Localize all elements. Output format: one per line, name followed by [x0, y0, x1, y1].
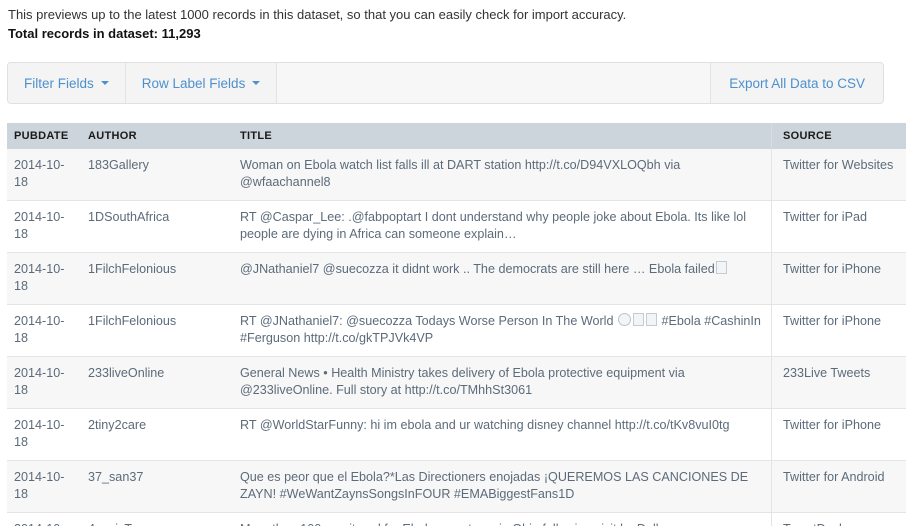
cell-title: More than 100 monitored for Ebola sympto…	[234, 512, 772, 526]
records-table: PUBDATE AUTHOR TITLE SOURCE 2014-10-18 18…	[7, 123, 906, 526]
cell-source: Twitter for Websites	[771, 149, 906, 201]
chevron-down-icon	[252, 81, 261, 85]
cell-source: Twitter for Android	[771, 460, 906, 513]
cell-pubdate: 2014-10-18	[7, 252, 82, 305]
chevron-down-icon	[100, 81, 109, 85]
table-row[interactable]: 2014-10-18 37_san37 Que es peor que el Ebo…	[7, 460, 906, 513]
intro-block: This previews up to the latest 1000 reco…	[0, 0, 906, 43]
cell-source: 233Live Tweets	[771, 356, 906, 409]
table-row[interactable]: 2014-10-184enzicTomMore than 100 monitor…	[7, 512, 906, 526]
row-label-fields-label: Row Label Fields	[141, 75, 246, 91]
missing-glyph-icon	[632, 313, 644, 326]
cell-title: Woman on Ebola watch list falls ill at D…	[234, 149, 772, 201]
cell-title: RT @JNathaniel7: @suecozza Todays Worse …	[234, 304, 772, 357]
cell-pubdate: 2014-10-18	[7, 149, 82, 201]
table-row[interactable]: 2014-10-18 2tiny2care RT @WorldStarFunny: …	[7, 408, 906, 461]
row-label-fields-button[interactable]: Row Label Fields	[125, 63, 278, 103]
table-header-row: PUBDATE AUTHOR TITLE SOURCE	[7, 123, 906, 149]
cell-author: 37_san37	[82, 460, 234, 513]
table-row[interactable]: 2014-10-18 183Gallery Woman on Ebola watch…	[7, 149, 906, 201]
export-label: Export All Data to CSV	[729, 75, 865, 91]
cell-pubdate: 2014-10-18	[7, 356, 82, 409]
cell-author: 1FilchFelonious	[82, 252, 234, 305]
missing-glyph-icon	[645, 313, 657, 326]
cell-author: 1FilchFelonious	[82, 304, 234, 357]
cell-title: General News • Health Ministry takes del…	[234, 356, 772, 409]
cell-author: 233liveOnline	[82, 356, 234, 409]
table-row[interactable]: 2014-10-18 233liveOnline General News • He…	[7, 356, 906, 409]
cell-title: RT @WorldStarFunny: hi im ebola and ur w…	[234, 408, 772, 461]
preview-toolbar: Filter Fields Row Label Fields Export Al…	[7, 62, 884, 104]
cell-source: Twitter for iPhone	[771, 304, 906, 357]
cell-source: TweetDeck	[771, 512, 906, 526]
filter-fields-label: Filter Fields	[24, 75, 94, 91]
table-row[interactable]: 2014-10-18 1DSouthAfrica RT @Caspar_Lee: .…	[7, 200, 906, 253]
column-header-author[interactable]: AUTHOR	[82, 123, 234, 149]
total-records-label: Total records in dataset: 11,293	[8, 26, 201, 41]
column-header-title[interactable]: TITLE	[234, 123, 772, 149]
cell-pubdate: 2014-10-18	[7, 200, 82, 253]
cell-author: 183Gallery	[82, 149, 234, 201]
filter-fields-button[interactable]: Filter Fields	[8, 63, 126, 103]
table-row[interactable]: 2014-10-18 1FilchFelonious RT @JNathaniel7…	[7, 304, 906, 357]
column-header-pubdate[interactable]: PUBDATE	[7, 123, 82, 149]
cell-pubdate: 2014-10-18	[7, 512, 82, 526]
cell-title: @JNathaniel7 @suecozza it didnt work .. …	[234, 252, 772, 305]
cell-source: Twitter for iPhone	[771, 252, 906, 305]
cell-author: 4enzicTom	[82, 512, 234, 526]
missing-glyph-icon	[715, 261, 727, 274]
records-table-container: PUBDATE AUTHOR TITLE SOURCE 2014-10-18 18…	[7, 122, 906, 526]
emoji-glyph-icon	[617, 313, 631, 326]
cell-author: 1DSouthAfrica	[82, 200, 234, 253]
preview-description: This previews up to the latest 1000 reco…	[8, 7, 627, 22]
column-header-source[interactable]: SOURCE	[771, 123, 906, 149]
records-table-head: PUBDATE AUTHOR TITLE SOURCE	[7, 123, 906, 149]
cell-pubdate: 2014-10-18	[7, 460, 82, 513]
cell-pubdate: 2014-10-18	[7, 408, 82, 461]
cell-title: RT @Caspar_Lee: .@fabpoptart I dont unde…	[234, 200, 772, 253]
cell-author: 2tiny2care	[82, 408, 234, 461]
cell-pubdate: 2014-10-18	[7, 304, 82, 357]
cell-title: Que es peor que el Ebola?*Las Directione…	[234, 460, 772, 513]
preview-page: This previews up to the latest 1000 reco…	[0, 0, 906, 526]
cell-source: Twitter for iPhone	[771, 408, 906, 461]
records-table-body: 2014-10-18 183Gallery Woman on Ebola watch…	[7, 149, 906, 526]
export-all-data-button[interactable]: Export All Data to CSV	[710, 63, 883, 103]
toolbar-spacer	[277, 63, 711, 103]
cell-source: Twitter for iPad	[771, 200, 906, 253]
table-row[interactable]: 2014-10-18 1FilchFelonious @JNathaniel7 @s…	[7, 252, 906, 305]
